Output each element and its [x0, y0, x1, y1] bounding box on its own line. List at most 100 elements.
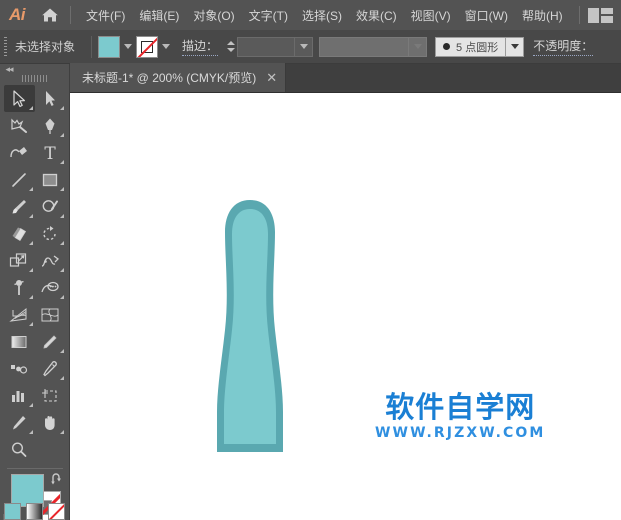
menu-file[interactable]: 文件(F) [79, 0, 132, 30]
opacity-label[interactable]: 不透明度： [533, 37, 594, 56]
tool-corner-indicator [59, 214, 64, 218]
menu-type[interactable]: 文字(T) [242, 0, 295, 30]
control-separator-1 [91, 35, 93, 58]
tool-corner-indicator [59, 160, 64, 164]
menu-select[interactable]: 选择(S) [295, 0, 349, 30]
fill-stroke-control [0, 472, 70, 520]
artboard-tool[interactable] [35, 382, 66, 409]
document-tab-bar: 未标题-1* @ 200% (CMYK/预览) ✕ [70, 63, 621, 93]
control-bar: 未选择对象 描边： 5 点圆形 不透明度： [0, 30, 621, 64]
collapse-panel-icon[interactable]: ◂◂ [0, 64, 70, 75]
shape-builder-tool[interactable] [35, 274, 66, 301]
menu-divider-right [579, 6, 580, 24]
app-logo: Ai [9, 5, 26, 24]
zoom-tool[interactable] [4, 436, 35, 463]
rectangle-tool[interactable] [35, 166, 66, 193]
direct-selection-tool[interactable] [35, 85, 66, 112]
type-tool[interactable]: T [35, 139, 66, 166]
width-tool[interactable] [35, 247, 66, 274]
illustrator-window: Ai 文件(F) 编辑(E) 对象(O) 文字(T) 选择(S) 效果(C) 视… [0, 0, 621, 520]
gradient-swatch-icon[interactable] [26, 503, 43, 520]
tool-corner-indicator [59, 106, 64, 110]
tool-grid-spacer [35, 436, 66, 463]
width-profile-dropdown-icon[interactable] [409, 36, 428, 57]
menu-view[interactable]: 视图(V) [404, 0, 458, 30]
canvas-area[interactable]: 软件自学网 WWW.RJZXW.COM [70, 93, 621, 520]
shaper-tool[interactable] [35, 193, 66, 220]
gradient-tool[interactable] [4, 328, 35, 355]
none-swatch-icon[interactable] [48, 503, 65, 520]
brush-preview-dot [443, 43, 451, 50]
brush-definition-label: 5 点圆形 [456, 41, 499, 54]
paintbrush-tool[interactable] [4, 193, 35, 220]
column-graph-tool[interactable] [4, 382, 35, 409]
solid-color-icon[interactable] [4, 503, 21, 520]
menu-window[interactable]: 窗口(W) [458, 0, 515, 30]
stroke-weight-dropdown-icon[interactable] [295, 36, 314, 57]
stroke-weight-input[interactable] [237, 36, 296, 57]
tool-panel-grip[interactable] [0, 75, 70, 82]
tool-corner-indicator [59, 349, 64, 353]
tool-corner-indicator [28, 214, 33, 218]
scale-tool[interactable] [4, 247, 35, 274]
stroke-color-swatch[interactable] [136, 35, 159, 58]
blend-tool[interactable] [4, 355, 35, 382]
menu-bar: Ai 文件(F) 编辑(E) 对象(O) 文字(T) 选择(S) 效果(C) 视… [0, 0, 621, 30]
menu-help[interactable]: 帮助(H) [515, 0, 570, 30]
mesh-tool[interactable] [35, 301, 66, 328]
document-tab-title: 未标题-1* @ 200% (CMYK/预览) [82, 71, 257, 85]
selection-tool[interactable] [3, 85, 35, 112]
workspace-switcher-icon[interactable] [588, 7, 613, 23]
tool-corner-indicator [59, 241, 64, 245]
watermark: 软件自学网 WWW.RJZXW.COM [375, 390, 546, 442]
perspective-grid-tool[interactable] [4, 301, 35, 328]
fill-color-swatch[interactable] [98, 35, 121, 58]
selection-status: 未选择对象 [15, 40, 76, 54]
slice-tool[interactable] [4, 409, 35, 436]
svg-text:T: T [44, 144, 56, 162]
tool-corner-indicator [59, 187, 64, 191]
watermark-url: WWW.RJZXW.COM [375, 425, 546, 441]
document-tab[interactable]: 未标题-1* @ 200% (CMYK/预览) ✕ [70, 63, 287, 92]
tool-corner-indicator [28, 187, 33, 191]
color-mode-bar [0, 503, 70, 520]
control-bar-grip[interactable] [0, 30, 11, 64]
brush-definition-select[interactable]: 5 点圆形 [435, 36, 507, 57]
close-icon[interactable]: ✕ [266, 71, 277, 84]
menubar-right-group [575, 0, 621, 30]
menu-edit[interactable]: 编辑(E) [132, 0, 186, 30]
stroke-weight-label[interactable]: 描边： [182, 37, 219, 56]
stroke-weight-stepper[interactable] [224, 36, 237, 58]
tool-corner-indicator [28, 403, 33, 407]
magic-wand-tool[interactable] [4, 112, 35, 139]
line-segment-tool[interactable] [4, 166, 35, 193]
menu-effect[interactable]: 效果(C) [349, 0, 404, 30]
toothbrush-handle-shape[interactable] [205, 198, 295, 461]
fill-dropdown-icon[interactable] [120, 36, 136, 58]
home-icon[interactable] [34, 0, 66, 30]
stroke-dropdown-icon[interactable] [158, 36, 174, 58]
width-profile-select[interactable] [319, 36, 410, 57]
watermark-title: 软件自学网 [385, 390, 536, 424]
free-transform-tool[interactable] [4, 274, 35, 301]
tool-corner-indicator [28, 430, 33, 434]
brush-dropdown-icon[interactable] [506, 36, 525, 57]
pen-tool[interactable] [35, 112, 66, 139]
eyedropper-pick-tool[interactable] [35, 355, 66, 382]
eyedropper-tool[interactable] [35, 328, 66, 355]
menu-divider [70, 6, 71, 24]
tool-grid: T [0, 82, 70, 463]
hand-tool[interactable] [35, 409, 66, 436]
tool-panel: ◂◂ T [0, 64, 70, 520]
curvature-tool[interactable] [4, 139, 35, 166]
menu-object[interactable]: 对象(O) [186, 0, 241, 30]
eraser-tool[interactable] [4, 220, 35, 247]
tool-corner-indicator [59, 295, 64, 299]
tool-corner-indicator [28, 268, 33, 272]
swap-arrows-icon[interactable] [50, 472, 64, 486]
tool-corner-indicator [59, 268, 64, 272]
tool-corner-indicator [28, 322, 33, 326]
rotate-tool[interactable] [35, 220, 66, 247]
tool-corner-indicator [59, 430, 64, 434]
tool-corner-indicator [59, 133, 64, 137]
